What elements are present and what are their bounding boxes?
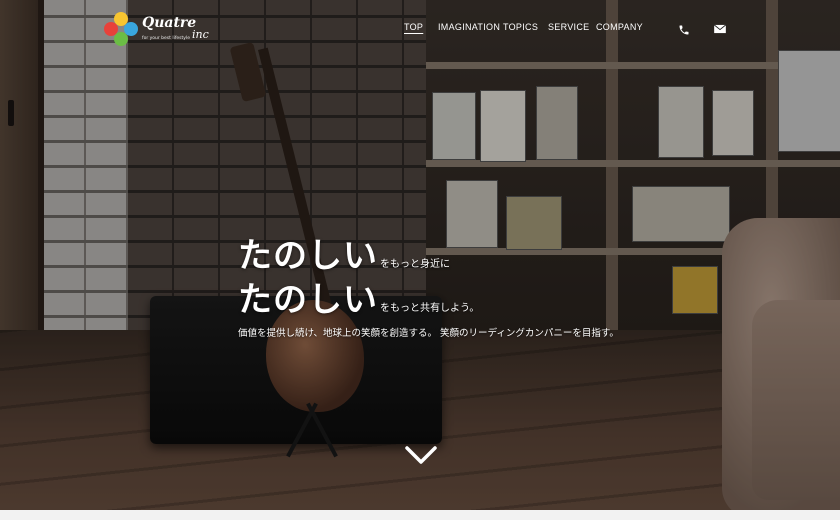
- brand-suffix: inc: [192, 28, 209, 41]
- page-bottom-edge: [0, 510, 840, 520]
- nav-topics[interactable]: TOPICS: [503, 22, 538, 32]
- brand-name: Quatre: [142, 15, 197, 31]
- headline-line-1: たのしい をもっと身近に: [238, 228, 450, 277]
- nav-imagination[interactable]: IMAGINATION: [438, 22, 500, 32]
- nav-top[interactable]: TOP: [404, 22, 423, 32]
- logo-mark-icon: [104, 12, 138, 46]
- headline-emphasis: たのしい: [238, 236, 378, 276]
- hero-section: Quatre for your best lifestyle inc TOP I…: [0, 0, 840, 520]
- chevron-down-icon[interactable]: [404, 442, 438, 468]
- phone-icon[interactable]: [678, 21, 692, 35]
- nav-service[interactable]: SERVICE: [548, 22, 589, 32]
- mail-icon[interactable]: [713, 21, 727, 35]
- hero-tagline: 価値を提供し続け、地球上の笑顔を創造する。 笑顔のリーディングカンパニーを目指す…: [238, 328, 619, 339]
- headline-suffix: をもっと身近に: [380, 259, 450, 270]
- logo-petal: [114, 32, 128, 46]
- brand-tagline: for your best lifestyle: [142, 36, 190, 41]
- headline-emphasis: たのしい: [238, 280, 378, 320]
- nav-company[interactable]: COMPANY: [596, 22, 643, 32]
- headline-suffix: をもっと共有しよう。: [380, 303, 480, 314]
- brand-logo[interactable]: Quatre for your best lifestyle inc: [104, 12, 216, 48]
- headline-line-2: たのしい をもっと共有しよう。: [238, 272, 479, 321]
